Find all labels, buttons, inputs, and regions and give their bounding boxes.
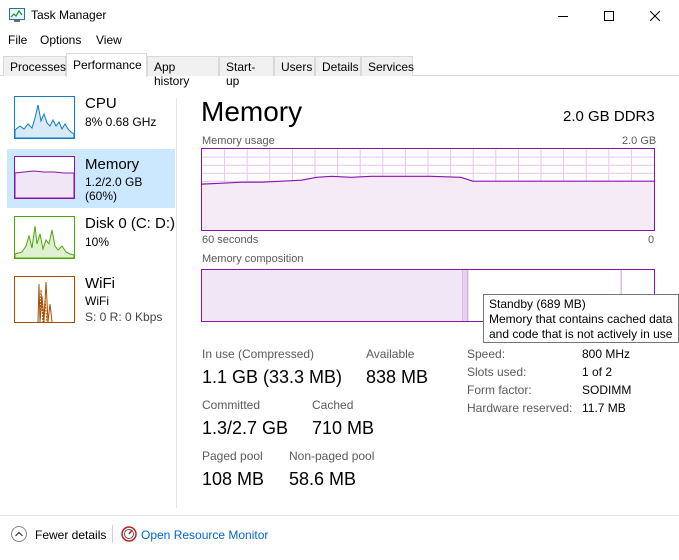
sidebar-item-title: Disk 0 (C: D:) xyxy=(85,215,175,232)
maximize-icon xyxy=(604,10,614,21)
minimize-button[interactable] xyxy=(540,0,586,31)
resource-monitor-icon[interactable] xyxy=(121,526,137,542)
form-factor-label: Form factor: xyxy=(467,383,532,397)
sidebar-item-subtitle: 10% xyxy=(85,235,110,249)
sidebar-item-subtitle: WiFi xyxy=(85,294,109,308)
page-title: Memory xyxy=(201,96,303,127)
committed-label: Committed xyxy=(202,398,261,412)
tab-users[interactable]: Users xyxy=(274,56,315,76)
memory-graph-icon xyxy=(14,156,75,199)
in-use-label: In use (Compressed) xyxy=(202,347,315,361)
memory-usage-graph xyxy=(201,148,655,231)
wifi-graph-icon xyxy=(14,276,75,323)
usage-graph-max: 2.0 GB xyxy=(622,135,657,147)
sidebar-item-cpu[interactable]: CPU 8% 0.68 GHz xyxy=(7,93,175,150)
usage-graph-label: Memory usage xyxy=(202,135,275,147)
cached-value: 710 MB xyxy=(312,418,375,438)
in-use-value: 1.1 GB (33.3 MB) xyxy=(202,367,343,387)
sidebar-item-throughput: S: 0 R: 0 Kbps xyxy=(85,310,163,324)
minimize-icon xyxy=(558,15,568,17)
tab-performance[interactable]: Performance xyxy=(66,53,147,77)
cpu-graph-icon xyxy=(14,96,75,139)
hardware-reserved-label: Hardware reserved: xyxy=(467,401,573,415)
slots-used-value: 1 of 2 xyxy=(582,365,613,379)
form-factor-value: SODIMM xyxy=(582,383,632,397)
close-button[interactable] xyxy=(632,0,678,31)
tooltip-title: Standby (689 MB) xyxy=(489,297,586,311)
time-end-label: 0 xyxy=(648,234,655,246)
tooltip-line-1: Memory that contains cached data xyxy=(489,312,673,326)
tab-details[interactable]: Details xyxy=(315,56,361,76)
sidebar-item-memory[interactable]: Memory 1.2/2.0 GB (60%) xyxy=(7,149,175,208)
paged-pool-label: Paged pool xyxy=(202,449,263,463)
menu-options[interactable]: Options xyxy=(40,33,81,47)
sidebar-item-title: WiFi xyxy=(85,275,115,292)
footer-divider xyxy=(0,515,679,516)
sidebar-item-disk[interactable]: Disk 0 (C: D:) 10% xyxy=(7,213,175,270)
sidebar-item-title: Memory xyxy=(85,156,140,173)
tab-processes[interactable]: Processes xyxy=(3,56,66,76)
window-title: Task Manager xyxy=(31,8,107,22)
sidebar-divider xyxy=(176,98,177,508)
tooltip-line-2: and code that is not actively in use xyxy=(489,327,673,341)
speed-value: 800 MHz xyxy=(582,347,631,361)
menu-file[interactable]: File xyxy=(8,33,27,47)
menu-view[interactable]: View xyxy=(96,33,122,47)
tab-start-up[interactable]: Start-up xyxy=(219,56,274,88)
committed-value: 1.3/2.7 GB xyxy=(202,418,289,438)
disk-graph-icon xyxy=(14,216,75,259)
sidebar-item-subtitle: 8% 0.68 GHz xyxy=(85,115,157,129)
tab-app-history[interactable]: App history xyxy=(147,56,219,88)
sidebar-item-subtitle: 1.2/2.0 GB (60%) xyxy=(85,175,143,203)
non-paged-pool-label: Non-paged pool xyxy=(289,449,375,463)
memory-spec: 2.0 GB DDR3 xyxy=(563,108,655,125)
chevron-up-circle-icon[interactable] xyxy=(11,526,27,542)
available-value: 838 MB xyxy=(366,367,429,387)
speed-label: Speed: xyxy=(467,347,506,361)
tab-services[interactable]: Services xyxy=(361,56,414,76)
sidebar-item-title: CPU xyxy=(85,95,117,112)
maximize-button[interactable] xyxy=(586,0,632,31)
paged-pool-value: 108 MB xyxy=(202,469,265,489)
close-icon xyxy=(650,10,660,21)
time-span-label: 60 seconds xyxy=(202,234,259,246)
slots-used-label: Slots used: xyxy=(467,365,527,379)
available-label: Available xyxy=(366,347,415,361)
hardware-reserved-value: 11.7 MB xyxy=(582,401,626,415)
open-resource-monitor-link[interactable]: Open Resource Monitor xyxy=(141,528,268,542)
standby-tooltip: Standby (689 MB) Memory that contains ca… xyxy=(483,294,679,343)
sidebar-item-wifi[interactable]: WiFi WiFi S: 0 R: 0 Kbps xyxy=(7,273,175,329)
non-paged-pool-value: 58.6 MB xyxy=(289,469,357,489)
fewer-details-button[interactable]: Fewer details xyxy=(35,528,106,542)
task-manager-icon xyxy=(9,8,25,22)
footer-separator xyxy=(112,525,113,543)
composition-label: Memory composition xyxy=(202,253,304,265)
cached-label: Cached xyxy=(312,398,354,412)
